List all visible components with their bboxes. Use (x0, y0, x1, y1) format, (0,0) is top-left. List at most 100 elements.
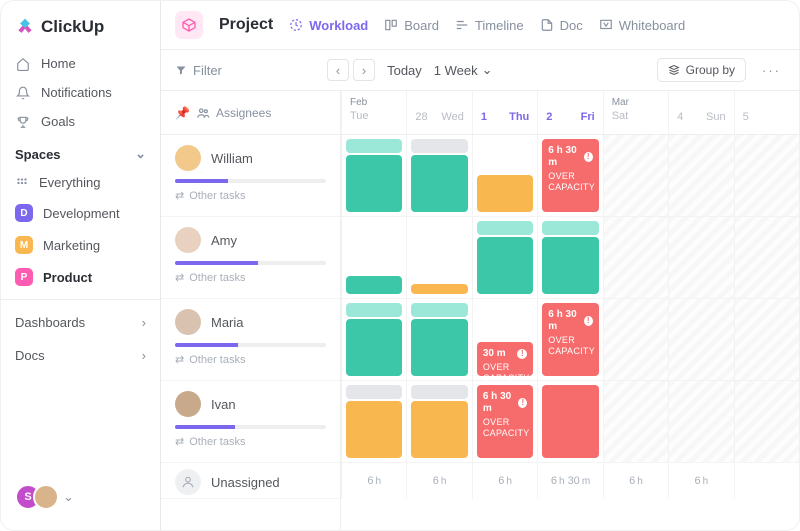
nav-docs[interactable]: Docs › (1, 339, 160, 372)
task-block[interactable] (411, 303, 467, 317)
assignee-name: Amy (211, 233, 237, 248)
other-tasks[interactable]: ⇄Other tasks (175, 435, 326, 448)
range-selector[interactable]: 1 Week ⌄ (434, 62, 493, 78)
task-block[interactable] (346, 385, 402, 399)
task-block[interactable] (542, 385, 598, 458)
other-tasks[interactable]: ⇄Other tasks (175, 271, 326, 284)
chevron-down-icon[interactable]: ⌄ (63, 489, 74, 505)
workload-cell[interactable] (341, 135, 406, 216)
task-block[interactable] (346, 155, 402, 212)
next-button[interactable]: › (353, 59, 375, 81)
tab-timeline[interactable]: Timeline (455, 18, 524, 33)
workload-cell[interactable]: 6 h 30 m! OVER CAPACITY (537, 135, 602, 216)
people-icon (196, 106, 210, 120)
workload-cell[interactable] (406, 135, 471, 216)
tab-workload[interactable]: Workload (289, 18, 368, 33)
space-development[interactable]: D Development (1, 197, 160, 229)
workload-icon (289, 18, 303, 32)
workload-cell[interactable] (341, 381, 406, 462)
tab-board[interactable]: Board (384, 18, 439, 33)
filter-button[interactable]: Filter (175, 63, 222, 78)
doc-icon (540, 18, 554, 32)
nav-goals[interactable]: Goals (1, 107, 160, 136)
task-block[interactable] (346, 401, 402, 458)
nav-notifications[interactable]: Notifications (1, 78, 160, 107)
overcapacity-block[interactable]: 6 h 30 m! OVER CAPACITY (542, 139, 598, 212)
workload-cell[interactable] (537, 381, 602, 462)
workload-cell[interactable]: 6 h 30 m! OVER CAPACITY (472, 381, 537, 462)
task-block[interactable] (346, 139, 402, 153)
avatar[interactable] (33, 484, 59, 510)
assignee-name: Unassigned (211, 475, 280, 490)
workload-cell[interactable] (472, 135, 537, 216)
overcapacity-block[interactable]: 6 h 30 m! OVER CAPACITY (542, 303, 598, 376)
more-button[interactable]: ··· (758, 63, 785, 78)
task-block[interactable] (411, 401, 467, 458)
assignee-row[interactable]: Maria ⇄Other tasks (161, 299, 340, 381)
board-icon (384, 18, 398, 32)
space-label: Development (43, 206, 120, 221)
nav-dashboards[interactable]: Dashboards › (1, 306, 160, 339)
alert-icon: ! (517, 349, 527, 359)
workload-cell[interactable]: 30 m! OVER CAPACITY (472, 299, 537, 380)
tab-whiteboard[interactable]: Whiteboard (599, 18, 685, 33)
nav-home[interactable]: Home (1, 49, 160, 78)
assignee-row[interactable]: William ⇄Other tasks (161, 135, 340, 217)
date-column-header: 4Sun (668, 91, 733, 134)
logo[interactable]: ClickUp (1, 11, 160, 49)
assignee-row-unassigned[interactable]: Unassigned (161, 463, 340, 499)
overcapacity-block[interactable]: 6 h 30 m! OVER CAPACITY (477, 385, 533, 458)
other-tasks[interactable]: ⇄Other tasks (175, 353, 326, 366)
workload-cell-off (734, 299, 799, 380)
workload-cell[interactable] (406, 299, 471, 380)
hours-footer: 6h 6h 6h 6h 30m 6h 6h (341, 463, 799, 499)
task-block[interactable] (411, 319, 467, 376)
avatar (175, 227, 201, 253)
workload-cell[interactable] (406, 381, 471, 462)
hours-cell: 6h (472, 463, 537, 499)
whiteboard-icon (599, 18, 613, 32)
workload-cell[interactable] (341, 217, 406, 298)
workload-cell-off (668, 217, 733, 298)
space-badge: M (15, 236, 33, 254)
workload-cell[interactable] (341, 299, 406, 380)
assignee-row[interactable]: Ivan ⇄Other tasks (161, 381, 340, 463)
logo-icon (15, 17, 35, 37)
space-label: Marketing (43, 238, 100, 253)
spaces-heading[interactable]: Spaces ⌄ (1, 136, 160, 168)
workload-cell[interactable] (406, 217, 471, 298)
task-block[interactable] (411, 385, 467, 399)
task-block[interactable] (477, 221, 533, 235)
workload-cell[interactable] (472, 217, 537, 298)
task-block[interactable] (477, 175, 533, 212)
assignees-heading[interactable]: 📌 Assignees (161, 91, 340, 135)
assignee-row[interactable]: Amy ⇄Other tasks (161, 217, 340, 299)
alert-icon: ! (584, 316, 593, 326)
groupby-button[interactable]: Group by (657, 58, 746, 82)
space-product[interactable]: P Product (1, 261, 160, 293)
overcapacity-block[interactable]: 30 m! OVER CAPACITY (477, 342, 533, 376)
other-tasks[interactable]: ⇄Other tasks (175, 189, 326, 202)
task-block[interactable] (542, 237, 598, 294)
assignee-name: Maria (211, 315, 244, 330)
task-block[interactable] (477, 237, 533, 294)
task-block[interactable] (346, 319, 402, 376)
space-marketing[interactable]: M Marketing (1, 229, 160, 261)
workload-cell-off (668, 299, 733, 380)
date-column-header: 2Fri (537, 91, 602, 134)
today-button[interactable]: Today (387, 63, 422, 78)
space-everything[interactable]: Everything (1, 168, 160, 197)
task-block[interactable] (346, 303, 402, 317)
workload-cell[interactable] (537, 217, 602, 298)
task-block[interactable] (346, 276, 402, 294)
task-block[interactable] (411, 139, 467, 153)
tab-doc[interactable]: Doc (540, 18, 583, 33)
unassigned-icon (175, 469, 201, 495)
prev-button[interactable]: ‹ (327, 59, 349, 81)
filter-label: Filter (193, 63, 222, 78)
sidebar: ClickUp Home Notifications Goals Spaces … (1, 1, 161, 530)
workload-cell[interactable]: 6 h 30 m! OVER CAPACITY (537, 299, 602, 380)
task-block[interactable] (411, 284, 467, 294)
task-block[interactable] (411, 155, 467, 212)
task-block[interactable] (542, 221, 598, 235)
